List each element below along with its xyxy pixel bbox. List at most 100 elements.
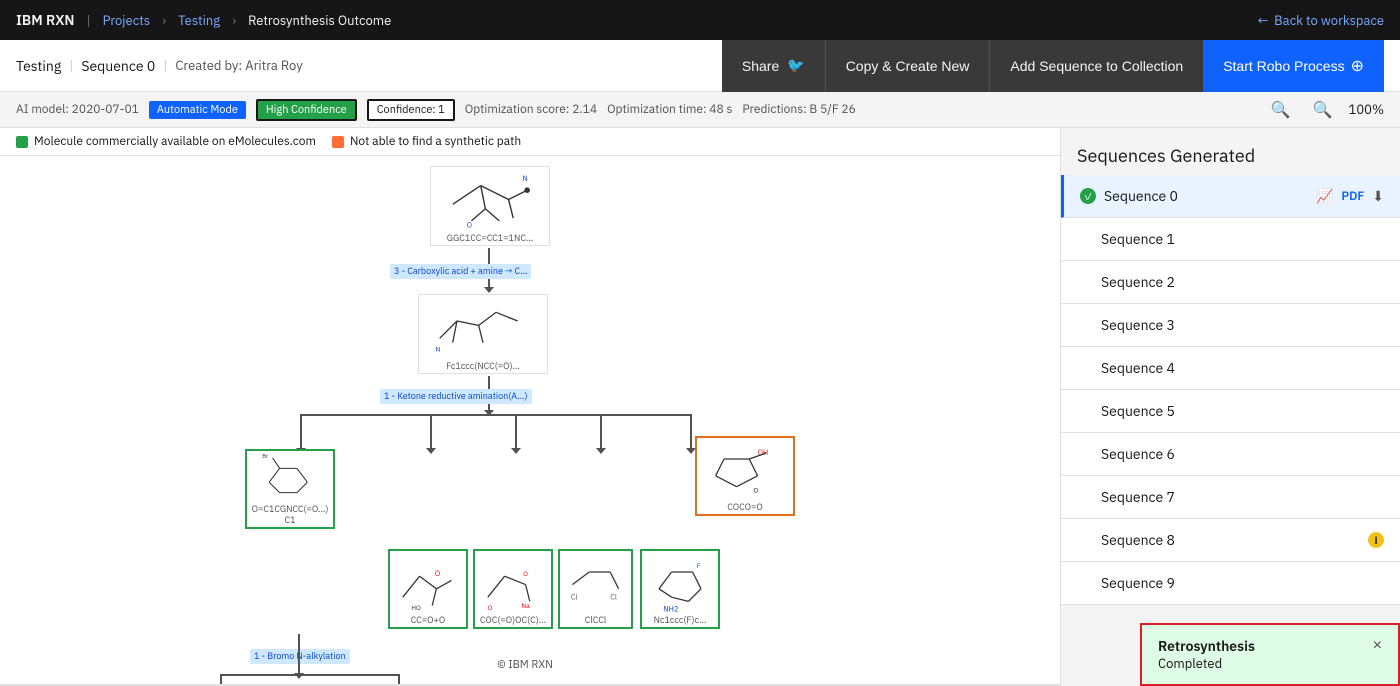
mol-label-int1: Fc1ccc(NCC(=O)... [444,360,522,373]
canvas-area: Molecule commercially available on eMole… [0,128,1060,686]
share-button[interactable]: Share 🐦 [722,40,825,92]
sequence-item-0[interactable]: ✓Sequence 0 📈 PDF ⬇ [1061,175,1400,218]
opt-score: Optimization score: 2.14 [465,102,597,117]
toolbar-sep: | [69,57,73,74]
sequence-item-3[interactable]: Sequence 3 [1061,304,1400,347]
toast-notification: Retrosynthesis Completed × [1140,623,1400,686]
high-confidence-badge: High Confidence [256,99,357,121]
nav-current-page: Retrosynthesis Outcome [248,12,391,29]
legend-green: Molecule commercially available on eMole… [16,134,316,149]
nav-chevron-1: › [162,12,166,29]
zoom-in-button[interactable]: 🔍 [1265,98,1297,122]
sequence-item-2[interactable]: Sequence 2 [1061,261,1400,304]
seq-chart-icon-0[interactable]: 📈 [1316,187,1333,205]
sequence-label: Sequence 0 [81,57,155,75]
seq-empty-4 [1077,360,1093,376]
svg-text:F: F [697,561,701,570]
seq-pdf-0[interactable]: PDF [1341,189,1364,204]
back-arrow-icon: ← [1257,12,1268,29]
svg-text:O: O [753,486,758,495]
legend-orange-dot [332,136,344,148]
info-bar: AI model: 2020-07-01 Automatic Mode High… [0,92,1400,128]
seq-empty-2 [1077,274,1093,290]
molecule-orange[interactable]: OH O COCO=O [695,436,795,516]
svg-text:Cl: Cl [571,593,578,603]
mol-label-product: GGC1CC=CC1=1NC... [445,232,536,245]
canvas-scroll[interactable]: N O GGC1CC=CC1=1NC... 3 - Carboxylic aci… [0,156,1060,684]
svg-text:OH: OH [758,448,769,458]
svg-text:N: N [523,174,528,184]
seq-empty-9 [1077,575,1093,591]
svg-text:Cl: Cl [610,593,617,603]
zoom-out-button[interactable]: 🔍 [1307,98,1339,122]
zoom-out-icon: 🔍 [1313,102,1333,119]
canvas-inner: N O GGC1CC=CC1=1NC... 3 - Carboxylic aci… [0,156,1050,676]
zoom-in-icon: 🔍 [1271,102,1291,119]
nav-chevron-2: › [232,12,236,29]
mol-label-orange: COCO=O [725,501,764,514]
molecule-green-4[interactable]: Cl Cl ClCCl [558,549,633,629]
seq-name-2: Sequence 2 [1101,273,1384,291]
legend-green-dot [16,136,28,148]
molecule-green-3[interactable]: O Na O COC(=O)OC(C)... [473,549,553,629]
seq-download-icon-0[interactable]: ⬇ [1372,187,1384,205]
arrow-branch-c3 [600,414,602,449]
arrow-branch-c2 [515,414,517,449]
seq-actions-0: 📈 PDF ⬇ [1316,187,1384,205]
toolbar-left: Testing | Sequence 0 | Created by: Aritr… [16,57,722,75]
seq-empty-5 [1077,403,1093,419]
seq-name-7: Sequence 7 [1101,488,1384,506]
sequence-item-7[interactable]: Sequence 7 [1061,476,1400,519]
top-nav: IBM RXN | Projects › Testing › Retrosynt… [0,0,1400,40]
add-label: Add Sequence to Collection [1010,58,1183,74]
sequence-item-6[interactable]: Sequence 6 [1061,433,1400,476]
copy-create-button[interactable]: Copy & Create New [825,40,990,92]
seq-name-8: Sequence 8 [1101,531,1360,549]
seq-info-icon-8[interactable]: i [1368,532,1384,548]
molecule-green-2[interactable]: O HO CC=O+O [388,549,468,629]
seq-check-0: ✓ [1080,188,1096,204]
arrow-bot-right [398,674,400,684]
predictions: Predictions: B 5/F 26 [742,102,855,117]
created-by: Created by: Aritra Roy [175,57,302,74]
svg-text:Na: Na [521,601,530,610]
start-robo-button[interactable]: Start Robo Process ⊕ [1203,40,1384,92]
arrow-branch-left [300,414,302,449]
svg-text:O: O [488,603,493,612]
molecule-product[interactable]: N O GGC1CC=CC1=1NC... [430,166,550,246]
sidebar-header: Sequences Generated [1061,128,1400,175]
zoom-level: 100% [1349,101,1384,118]
svg-text:O: O [523,569,528,578]
sequence-item-4[interactable]: Sequence 4 [1061,347,1400,390]
auto-mode-badge: Automatic Mode [149,101,246,119]
mol-label-g4: ClCCl [583,614,609,627]
seq-empty-6 [1077,446,1093,462]
confidence-badge: Confidence: 1 [367,99,455,121]
svg-text:HO: HO [411,603,421,612]
toast-subtitle: Completed [1158,655,1255,672]
back-button[interactable]: ← Back to workspace [1257,12,1384,29]
share-label: Share [742,58,779,74]
add-sequence-button[interactable]: Add Sequence to Collection [989,40,1203,92]
svg-text:Br: Br [262,452,268,460]
legend-orange: Not able to find a synthetic path [332,134,521,149]
molecule-green-5[interactable]: F NH2 Nc1ccc(F)c... [640,549,720,629]
molecule-svg-g4: Cl Cl [560,551,631,614]
sequence-item-8[interactable]: Sequence 8 i [1061,519,1400,562]
toast-close-button[interactable]: × [1373,637,1382,655]
sequence-item-9[interactable]: Sequence 9 [1061,562,1400,605]
molecule-svg-product: N O [431,167,549,232]
back-label: Back to workspace [1274,12,1384,29]
opt-time: Optimization time: 48 s [607,102,732,117]
sequence-item-1[interactable]: Sequence 1 [1061,218,1400,261]
main-content: Molecule commercially available on eMole… [0,128,1400,686]
seq-name-5: Sequence 5 [1101,402,1384,420]
brand-logo: IBM RXN [16,11,74,29]
seq-empty-8 [1077,532,1093,548]
toolbar: Testing | Sequence 0 | Created by: Aritr… [0,40,1400,92]
nav-testing[interactable]: Testing [178,12,220,29]
molecule-green-1[interactable]: Br O=C1CGNCC(=O...)C1 [245,449,335,529]
nav-projects[interactable]: Projects [103,12,151,29]
molecule-intermediate-1[interactable]: N Fc1ccc(NCC(=O)... [418,294,548,374]
sequence-item-5[interactable]: Sequence 5 [1061,390,1400,433]
